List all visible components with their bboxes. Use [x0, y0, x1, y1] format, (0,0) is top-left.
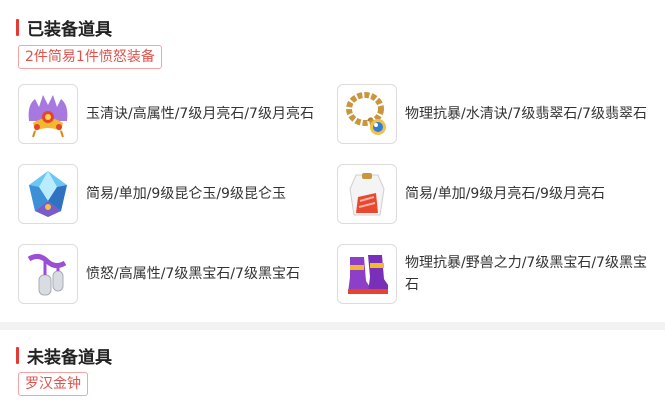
equipment-item-robe[interactable]: 简易/单加/9级月亮石/9级月亮石: [337, 164, 655, 224]
set-bonus-tag: 2件简易1件愤怒装备: [18, 45, 162, 69]
unequipped-items-panel: 未装备道具 罗汉金钟: [0, 330, 665, 400]
section-title-text: 已装备道具: [27, 19, 112, 40]
crystal-armor-icon: [18, 164, 78, 224]
item-stats: 愤怒/高属性/7级黑宝石/7级黑宝石: [86, 266, 300, 282]
item-stats: 简易/单加/9级昆仑玉/9级昆仑玉: [86, 186, 286, 202]
purple-belt-icon: [18, 244, 78, 304]
item-stats: 物理抗暴/野兽之力/7级黑宝石/7级黑宝石: [405, 255, 647, 293]
purple-boots-icon: [337, 244, 397, 304]
section-accent-bar: [16, 18, 19, 36]
section-title-equipped: 已装备道具: [16, 16, 112, 40]
unequipped-item-tag[interactable]: 罗汉金钟: [18, 372, 88, 396]
equipped-items-panel: 已装备道具 2件简易1件愤怒装备 玉清诀/高属性/7级月亮石/7级月亮石 物理抗…: [0, 0, 665, 322]
section-title-text: 未装备道具: [27, 347, 112, 368]
equipment-item-headdress[interactable]: 玉清诀/高属性/7级月亮石/7级月亮石: [18, 84, 336, 144]
white-robe-icon: [337, 164, 397, 224]
equipment-item-necklace[interactable]: 物理抗暴/水清诀/7级翡翠石/7级翡翠石: [337, 84, 655, 144]
item-stats: 简易/单加/9级月亮石/9级月亮石: [405, 186, 605, 202]
item-stats: 玉清诀/高属性/7级月亮石/7级月亮石: [86, 106, 314, 122]
item-stats: 物理抗暴/水清诀/7级翡翠石/7级翡翠石: [405, 106, 647, 122]
equipment-item-armor[interactable]: 简易/单加/9级昆仑玉/9级昆仑玉: [18, 164, 336, 224]
section-accent-bar: [16, 346, 19, 364]
equipment-item-belt[interactable]: 愤怒/高属性/7级黑宝石/7级黑宝石: [18, 244, 336, 304]
golden-headdress-icon: [18, 84, 78, 144]
section-title-unequipped: 未装备道具: [16, 344, 112, 368]
equipment-item-boots[interactable]: 物理抗暴/野兽之力/7级黑宝石/7级黑宝石: [337, 244, 655, 304]
bead-necklace-icon: [337, 84, 397, 144]
